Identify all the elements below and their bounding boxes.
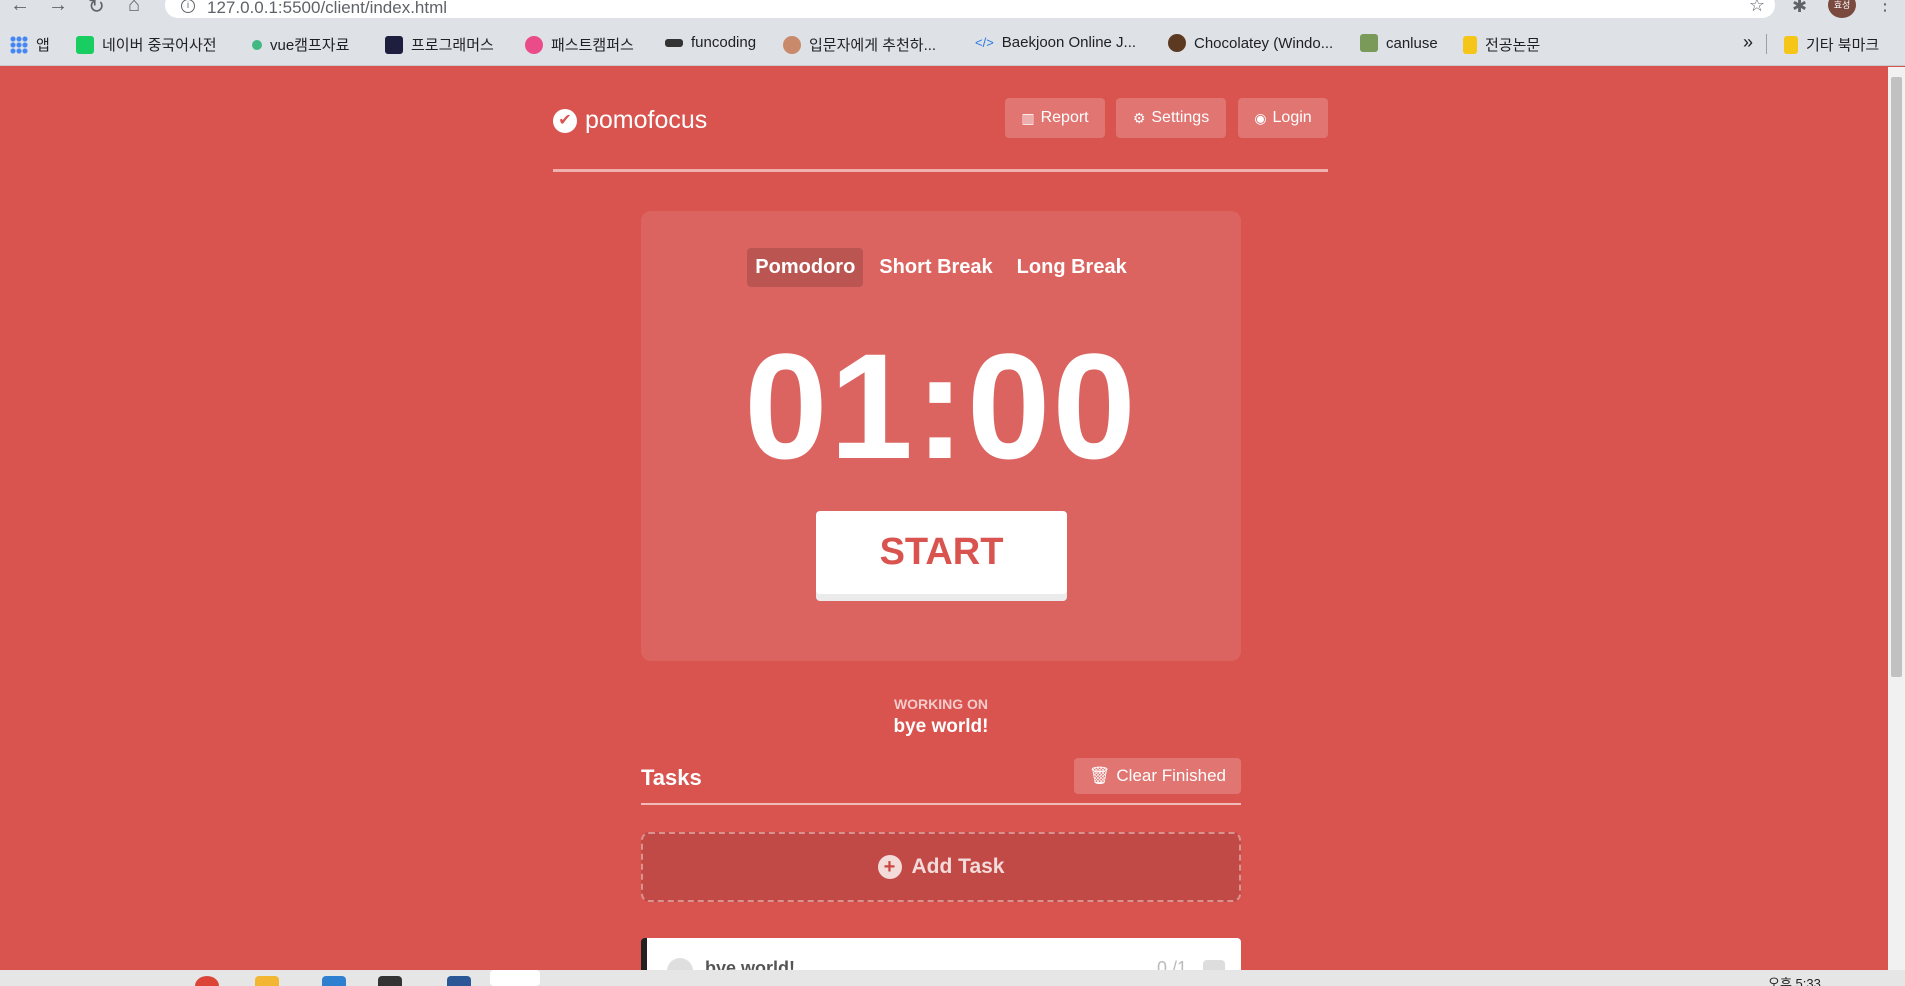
clear-finished-button[interactable]: 🗑 Clear Finished bbox=[1073, 758, 1241, 794]
forward-icon[interactable]: → bbox=[48, 0, 68, 17]
bar-chart-icon: ▥ bbox=[1021, 109, 1035, 126]
app-logo[interactable]: ✔ pomofocus bbox=[553, 106, 707, 135]
bookmarks-divider bbox=[1766, 34, 1767, 54]
tab-long-break[interactable]: Long Break bbox=[1009, 248, 1135, 287]
login-button[interactable]: ◉ Login bbox=[1238, 98, 1328, 138]
folder-icon bbox=[1784, 35, 1798, 54]
vscode-icon[interactable] bbox=[322, 976, 346, 986]
bookmark-label: funcoding bbox=[691, 34, 757, 51]
mode-tabs: Pomodoro Short Break Long Break bbox=[641, 248, 1241, 287]
browser-menu-icon[interactable]: ⋮ bbox=[1876, 0, 1894, 15]
trash-icon: 🗑 bbox=[1088, 766, 1111, 785]
canluse-icon bbox=[1360, 34, 1378, 52]
working-on: WORKING ON bye world! bbox=[641, 696, 1241, 738]
clear-finished-label: Clear Finished bbox=[1116, 766, 1226, 785]
address-bar[interactable]: i 127.0.0.1:5500/client/index.html ☆ bbox=[165, 0, 1775, 18]
profile-avatar[interactable]: 효성 bbox=[1828, 0, 1856, 18]
programmers-icon bbox=[385, 35, 403, 54]
bookmark-beginner[interactable]: 입문자에게 추천하... bbox=[783, 34, 936, 55]
back-icon[interactable]: ← bbox=[10, 0, 30, 17]
bookmark-label: 기타 북마크 bbox=[1806, 37, 1880, 54]
bookmark-funcoding[interactable]: funcoding bbox=[665, 34, 756, 51]
bookmark-label: canluse bbox=[1386, 34, 1438, 52]
report-button[interactable]: ▥ Report bbox=[1005, 98, 1105, 138]
report-label: Report bbox=[1040, 109, 1089, 126]
login-label: Login bbox=[1272, 109, 1312, 126]
bookmark-label: 전공논문 bbox=[1485, 37, 1541, 54]
page-scrollbar[interactable] bbox=[1888, 67, 1905, 970]
site-info-icon[interactable]: i bbox=[181, 0, 195, 13]
app-header: ✔ pomofocus ▥ Report ⚙ Settings ◉ Login bbox=[553, 96, 1328, 172]
naver-dict-icon bbox=[76, 35, 94, 54]
os-taskbar: 오후 5:33 bbox=[0, 970, 1905, 986]
other-bookmarks[interactable]: 기타 북마크 bbox=[1784, 34, 1879, 55]
home-icon[interactable]: ⌂ bbox=[128, 0, 140, 17]
bookmark-naver-dict[interactable]: 네이버 중국어사전 bbox=[76, 34, 217, 55]
extensions-icon[interactable]: ✱ bbox=[1792, 0, 1807, 17]
bookmark-label: 앱 bbox=[36, 37, 50, 54]
reload-icon[interactable]: ↻ bbox=[88, 0, 105, 19]
word-icon[interactable] bbox=[447, 976, 471, 986]
bookmark-major-papers[interactable]: 전공논문 bbox=[1463, 34, 1540, 55]
dribbble-icon bbox=[525, 35, 543, 54]
bookmark-label: 패스트캠퍼스 bbox=[551, 37, 634, 54]
scroll-thumb[interactable] bbox=[1891, 77, 1902, 677]
bookmark-label: 네이버 중국어사전 bbox=[102, 37, 217, 54]
bookmark-label: Baekjoon Online J... bbox=[1001, 34, 1137, 51]
tab-short-break[interactable]: Short Break bbox=[871, 248, 1000, 287]
plus-circle-icon: + bbox=[877, 855, 902, 879]
browser-toolbar: ← → ↻ ⌂ i 127.0.0.1:5500/client/index.ht… bbox=[0, 0, 1905, 20]
url-text: 127.0.0.1:5500/client/index.html bbox=[207, 0, 448, 17]
tasks-header: Tasks 🗑 Clear Finished bbox=[641, 758, 1241, 805]
bookmark-vue-camp[interactable]: vue캠프자료 bbox=[252, 34, 349, 55]
bookmarks-more-button[interactable]: » bbox=[1743, 32, 1753, 53]
start-button[interactable]: START bbox=[816, 511, 1067, 594]
active-window-icon[interactable] bbox=[490, 970, 540, 986]
bookmark-chocolatey[interactable]: Chocolatey (Windo... bbox=[1168, 34, 1333, 52]
working-on-label: WORKING ON bbox=[893, 696, 989, 712]
vue-icon bbox=[252, 39, 262, 50]
bookmark-programmers[interactable]: 프로그래머스 bbox=[385, 34, 494, 55]
timer-card: Pomodoro Short Break Long Break 01:00 ST… bbox=[641, 211, 1241, 661]
chocolatey-icon bbox=[1168, 34, 1186, 52]
apps-grid-icon bbox=[10, 35, 28, 54]
bookmark-label: 입문자에게 추천하... bbox=[809, 37, 937, 54]
settings-button[interactable]: ⚙ Settings bbox=[1116, 98, 1226, 138]
taskbar-clock: 오후 5:33 bbox=[1768, 976, 1821, 986]
user-circle-icon: ◉ bbox=[1254, 109, 1267, 126]
gear-icon: ⚙ bbox=[1132, 109, 1146, 126]
bookmark-baekjoon[interactable]: </> Baekjoon Online J... bbox=[975, 34, 1136, 51]
check-circle-icon: ✔ bbox=[553, 108, 577, 133]
add-task-button[interactable]: + Add Task bbox=[641, 832, 1241, 902]
add-task-label: Add Task bbox=[911, 855, 1005, 878]
file-explorer-icon[interactable] bbox=[255, 976, 279, 986]
terminal-icon[interactable] bbox=[378, 976, 402, 986]
bookmark-label: vue캠프자료 bbox=[270, 37, 350, 54]
bookmark-apps[interactable]: 앱 bbox=[10, 34, 50, 55]
chrome-taskbar-icon[interactable] bbox=[195, 976, 219, 986]
bookmark-canluse[interactable]: canluse bbox=[1360, 34, 1438, 52]
bookmarks-bar: 앱 네이버 중국어사전 vue캠프자료 프로그래머스 패스트캠퍼스 funcod… bbox=[0, 20, 1905, 66]
bookmark-star-icon[interactable]: ☆ bbox=[1749, 0, 1765, 16]
logo-text: pomofocus bbox=[585, 106, 708, 134]
bookmark-fastcampus[interactable]: 패스트캠퍼스 bbox=[525, 34, 634, 55]
current-task: bye world! bbox=[893, 716, 989, 737]
timer-display: 01:00 bbox=[744, 322, 1138, 490]
tab-pomodoro[interactable]: Pomodoro bbox=[747, 248, 864, 287]
graduation-cap-icon bbox=[665, 38, 683, 47]
profile-photo-icon bbox=[783, 35, 801, 54]
bookmark-label: Chocolatey (Windo... bbox=[1194, 34, 1334, 52]
tasks-title: Tasks bbox=[641, 765, 702, 790]
settings-label: Settings bbox=[1151, 109, 1210, 126]
bookmark-label: 프로그래머스 bbox=[411, 37, 494, 54]
code-icon: </> bbox=[975, 35, 994, 50]
folder-icon bbox=[1463, 35, 1477, 54]
